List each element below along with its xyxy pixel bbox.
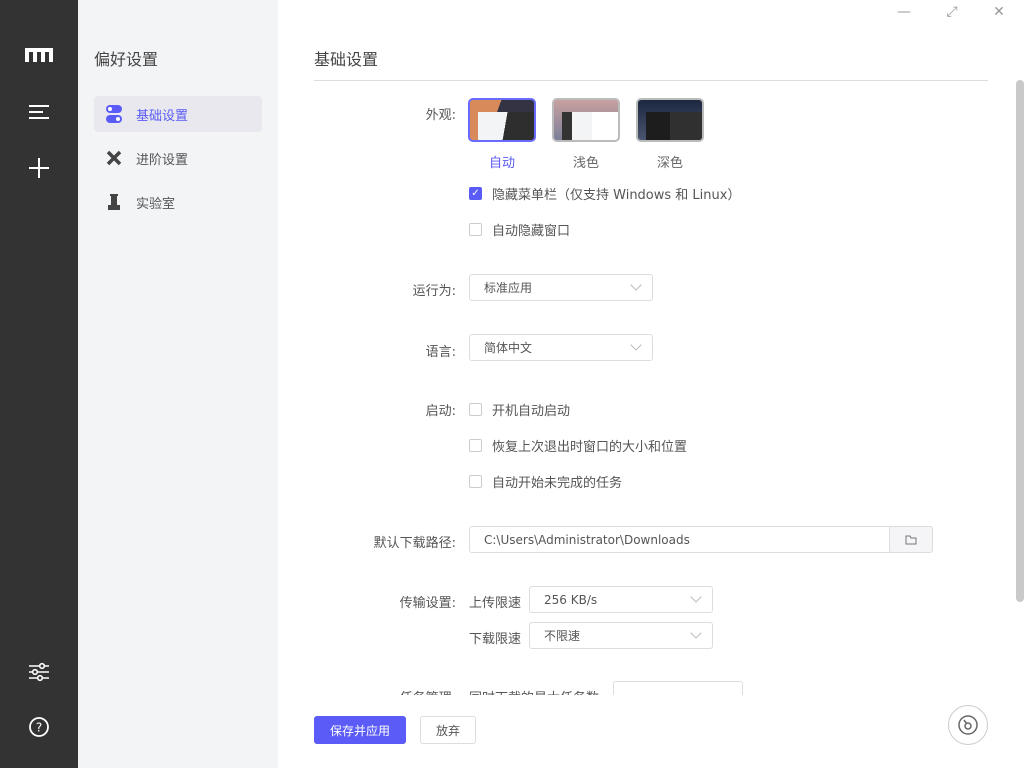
max-tasks-label: 同时下载的最大任务数 [469, 687, 599, 695]
app-nav: ? [0, 0, 78, 768]
settings-content[interactable]: 外观: 自动 浅色 深色 ✓ 隐藏菜单栏（仅支持 Windows 和 Linux）… [278, 81, 1016, 695]
maximize-button[interactable]: ⤢ [942, 4, 962, 20]
tools-icon [106, 150, 122, 166]
chevron-down-icon [690, 627, 702, 639]
preferences-sidebar: 偏好设置 基础设置 进阶设置 实验室 [78, 0, 278, 768]
startup-label: 启动: [425, 404, 456, 419]
add-icon[interactable] [24, 153, 54, 183]
sidebar-title: 偏好设置 [94, 50, 159, 69]
help-icon[interactable]: ? [24, 712, 54, 742]
language-select[interactable]: 简体中文 [469, 334, 653, 361]
checkbox-icon [469, 475, 482, 488]
page-title: 基础设置 [314, 50, 379, 69]
theme-light-thumb[interactable] [552, 98, 620, 142]
auto-launch-checkbox[interactable]: 开机自动启动 [469, 400, 570, 419]
sidebar-item-advanced[interactable]: 进阶设置 [94, 140, 262, 176]
save-apply-button[interactable]: 保存并应用 [314, 716, 406, 744]
upload-limit-select[interactable]: 256 KB/s [529, 586, 713, 613]
download-path-label: 默认下载路径: [373, 536, 456, 551]
menu-icon[interactable] [24, 97, 54, 127]
task-label: 任务管理: [400, 687, 456, 695]
auto-hide-checkbox[interactable]: 自动隐藏窗口 [469, 220, 570, 239]
theme-dark-thumb[interactable] [636, 98, 704, 142]
download-limit-label: 下载限速 [469, 632, 522, 647]
sidebar-item-label: 基础设置 [136, 108, 189, 124]
upload-limit-label: 上传限速 [469, 596, 522, 611]
sidebar-item-label: 实验室 [136, 196, 176, 212]
sidebar-item-label: 进阶设置 [136, 152, 189, 168]
checkmark-icon: ✓ [469, 187, 482, 200]
hide-menu-checkbox[interactable]: ✓ 隐藏菜单栏（仅支持 Windows 和 Linux） [469, 184, 740, 203]
lab-icon [108, 194, 120, 210]
scrollbar[interactable] [1016, 80, 1024, 602]
restore-window-checkbox[interactable]: 恢复上次退出时窗口的大小和位置 [469, 436, 687, 455]
chevron-down-icon [630, 339, 642, 351]
folder-icon [905, 535, 917, 544]
appearance-label: 外观: [425, 108, 456, 123]
settings-icon[interactable] [24, 657, 54, 687]
close-button[interactable]: ✕ [989, 4, 1009, 20]
main-panel: — ⤢ ✕ 基础设置 外观: 自动 浅色 深色 ✓ 隐藏菜单栏（仅支持 Windo… [278, 0, 1024, 768]
chevron-down-icon [630, 279, 642, 291]
browse-folder-button[interactable] [889, 526, 933, 553]
max-tasks-input[interactable] [613, 681, 743, 695]
discard-button[interactable]: 放弃 [420, 716, 476, 744]
transfer-label: 传输设置: [399, 596, 456, 611]
svg-text:?: ? [36, 721, 42, 735]
toggle-icon [106, 105, 122, 123]
checkbox-icon [469, 223, 482, 236]
checkbox-icon [469, 439, 482, 452]
run-as-label: 运行为: [412, 284, 456, 299]
theme-auto-thumb[interactable] [468, 98, 536, 142]
download-path-input[interactable]: C:\Users\Administrator\Downloads [469, 526, 891, 553]
sidebar-item-basic[interactable]: 基础设置 [94, 96, 262, 132]
logo-icon[interactable] [24, 40, 54, 70]
theme-dark-label[interactable]: 深色 [636, 152, 704, 171]
theme-auto-label[interactable]: 自动 [468, 152, 536, 171]
speedometer-icon[interactable] [948, 705, 988, 745]
resume-tasks-checkbox[interactable]: 自动开始未完成的任务 [469, 472, 622, 491]
run-as-select[interactable]: 标准应用 [469, 274, 653, 301]
theme-light-label[interactable]: 浅色 [552, 152, 620, 171]
chevron-down-icon [690, 591, 702, 603]
minimize-button[interactable]: — [894, 4, 914, 20]
sidebar-item-lab[interactable]: 实验室 [94, 184, 262, 220]
download-limit-select[interactable]: 不限速 [529, 622, 713, 649]
language-label: 语言: [425, 345, 456, 360]
checkbox-icon [469, 403, 482, 416]
